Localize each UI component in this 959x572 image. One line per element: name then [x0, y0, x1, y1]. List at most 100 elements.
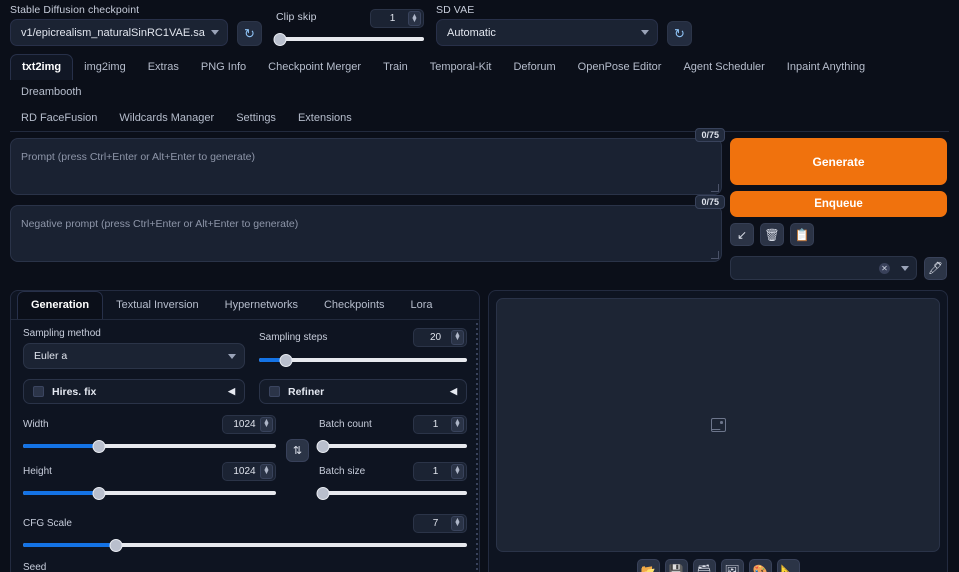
width-stepper[interactable]: ▲ ▼	[260, 416, 273, 432]
picture-button[interactable]: 🖼	[720, 559, 744, 572]
tab-agent-scheduler[interactable]: Agent Scheduler	[672, 55, 775, 80]
tab-label: Temporal-Kit	[429, 60, 492, 73]
dimensions-row: Width 1024 ▲ ▼ Height 1024 ▲ ▼ ⇅ Batch c…	[23, 414, 467, 506]
save-button[interactable]: 💾	[664, 559, 688, 572]
tab-lora[interactable]: Lora	[398, 292, 446, 319]
styles-dropdown[interactable]: ✕	[730, 256, 917, 280]
tab-generation[interactable]: Generation	[17, 291, 104, 319]
refresh-icon: ↻	[674, 26, 685, 41]
tab-deforum[interactable]: Deforum	[502, 55, 566, 80]
slider-thumb[interactable]	[273, 32, 287, 46]
width-number[interactable]: 1024 ▲ ▼	[222, 414, 276, 434]
ruler-button[interactable]: 📐	[776, 559, 800, 572]
generate-button[interactable]: Generate	[730, 138, 947, 185]
tab-label: Checkpoints	[323, 298, 385, 311]
negative-prompt-textarea[interactable]: 0/75 Negative prompt (press Ctrl+Enter o…	[10, 195, 725, 262]
refresh-icon: ↻	[244, 26, 255, 41]
batch-size-slider[interactable]	[316, 486, 467, 500]
tab-label: Train	[383, 60, 408, 73]
tab-label: RD FaceFusion	[21, 112, 98, 124]
tab-label: Extensions	[297, 112, 352, 124]
sampling-method-select[interactable]: Euler a	[23, 343, 245, 369]
slider-track	[276, 37, 424, 41]
refresh-checkpoint-button[interactable]: ↻	[237, 21, 262, 46]
slider-thumb[interactable]	[279, 353, 293, 367]
slider-fill	[23, 543, 117, 547]
batch-size-number[interactable]: 1 ▲ ▼	[413, 461, 467, 481]
tab-settings[interactable]: Settings	[225, 106, 287, 131]
refiner-checkbox[interactable]	[269, 386, 280, 397]
image-preview-area[interactable]	[496, 298, 940, 552]
slider-thumb[interactable]	[109, 538, 123, 552]
sampling-steps-stepper[interactable]: ▲ ▼	[451, 329, 464, 345]
cfg-scale-number[interactable]: 7 ▲ ▼	[413, 513, 467, 533]
tab-extras[interactable]: Extras	[137, 55, 190, 80]
batch-size-stepper[interactable]: ▲ ▼	[451, 463, 464, 479]
tab-label: Lora	[410, 298, 433, 311]
tab-temporal-kit[interactable]: Temporal-Kit	[419, 55, 503, 80]
tab-train[interactable]: Train	[372, 55, 419, 80]
resize-handle[interactable]	[711, 251, 719, 259]
sampling-steps-number[interactable]: 20 ▲ ▼	[413, 327, 467, 347]
batch-count-stepper[interactable]: ▲ ▼	[451, 416, 464, 432]
sampling-steps-slider[interactable]	[259, 353, 467, 367]
clip-skip-number[interactable]: 1 ▲ ▼	[370, 9, 424, 28]
tab-inpaint-anything[interactable]: Inpaint Anything	[776, 55, 876, 80]
folder-button[interactable]: 📂	[636, 559, 660, 572]
clear-styles-icon[interactable]: ✕	[879, 262, 890, 274]
tab-dreambooth[interactable]: Dreambooth	[10, 80, 93, 105]
palette-icon: 🎨	[752, 563, 768, 572]
width-slider[interactable]	[23, 439, 276, 453]
cfg-scale-label: CFG Scale	[23, 517, 72, 529]
cfg-scale-stepper[interactable]: ▲ ▼	[451, 515, 464, 531]
checkpoint-select[interactable]: v1/epicrealism_naturalSinRC1VAE.safetens…	[10, 19, 228, 46]
refiner-accordion[interactable]: Refiner ◀	[259, 379, 467, 404]
slider-thumb[interactable]	[316, 439, 330, 453]
prompt-textarea[interactable]: 0/75 Prompt (press Ctrl+Enter or Alt+Ent…	[10, 128, 725, 195]
sd-vae-label: SD VAE	[436, 4, 475, 16]
file-box-button[interactable]: 🗃	[692, 559, 716, 572]
slider-thumb[interactable]	[92, 486, 106, 500]
arrow-into-corner-button[interactable]: ↙	[730, 223, 754, 246]
height-number[interactable]: 1024 ▲ ▼	[222, 461, 276, 481]
resize-handle[interactable]	[711, 184, 719, 192]
tab-extensions[interactable]: Extensions	[287, 106, 363, 131]
tab-checkpoint-merger[interactable]: Checkpoint Merger	[257, 55, 372, 80]
tab-hypernetworks[interactable]: Hypernetworks	[212, 292, 311, 319]
hires-refiner-row: Hires. fix ◀ Refiner ◀	[23, 379, 467, 404]
clipboard-button[interactable]: 📋	[790, 223, 814, 246]
height-stepper[interactable]: ▲ ▼	[260, 463, 273, 479]
hires-fix-accordion[interactable]: Hires. fix ◀	[23, 379, 245, 404]
negative-prompt-placeholder: Negative prompt (press Ctrl+Enter or Alt…	[21, 218, 299, 230]
trash-button[interactable]: 🗑	[760, 223, 784, 246]
hires-fix-checkbox[interactable]	[33, 386, 44, 397]
palette-button[interactable]: 🎨	[748, 559, 772, 572]
sampling-steps-value: 20	[429, 331, 442, 343]
tab-png-info[interactable]: PNG Info	[190, 55, 257, 80]
slider-thumb[interactable]	[92, 439, 106, 453]
tab-wildcards-manager[interactable]: Wildcards Manager	[108, 106, 225, 131]
ruler-icon: 📐	[780, 563, 796, 572]
tab-openpose-editor[interactable]: OpenPose Editor	[567, 55, 673, 80]
swap-dimensions-button[interactable]: ⇅	[286, 439, 309, 462]
clip-skip-slider[interactable]	[273, 32, 424, 46]
tab-img2img[interactable]: img2img	[73, 55, 137, 80]
refresh-vae-button[interactable]: ↻	[667, 21, 692, 46]
checkpoint-label: Stable Diffusion checkpoint	[10, 4, 140, 16]
sd-vae-select[interactable]: Automatic	[436, 19, 658, 46]
tab-checkpoints[interactable]: Checkpoints	[311, 292, 398, 319]
chevron-down-icon	[641, 30, 649, 35]
height-slider[interactable]	[23, 486, 276, 500]
tab-txt2img[interactable]: txt2img	[10, 54, 74, 80]
tab-rd-facefusion[interactable]: RD FaceFusion	[10, 106, 108, 131]
slider-thumb[interactable]	[316, 486, 330, 500]
batch-count-slider[interactable]	[316, 439, 467, 453]
enqueue-button[interactable]: Enqueue	[730, 191, 947, 217]
slider-track	[319, 491, 467, 495]
clip-skip-stepper[interactable]: ▲ ▼	[408, 11, 421, 26]
cfg-scale-slider[interactable]	[23, 538, 467, 552]
tab-textual-inversion[interactable]: Textual Inversion	[103, 292, 212, 319]
edit-styles-button[interactable]: 🖊	[924, 256, 947, 280]
panel-scrollbar[interactable]	[475, 323, 478, 572]
batch-count-number[interactable]: 1 ▲ ▼	[413, 414, 467, 434]
